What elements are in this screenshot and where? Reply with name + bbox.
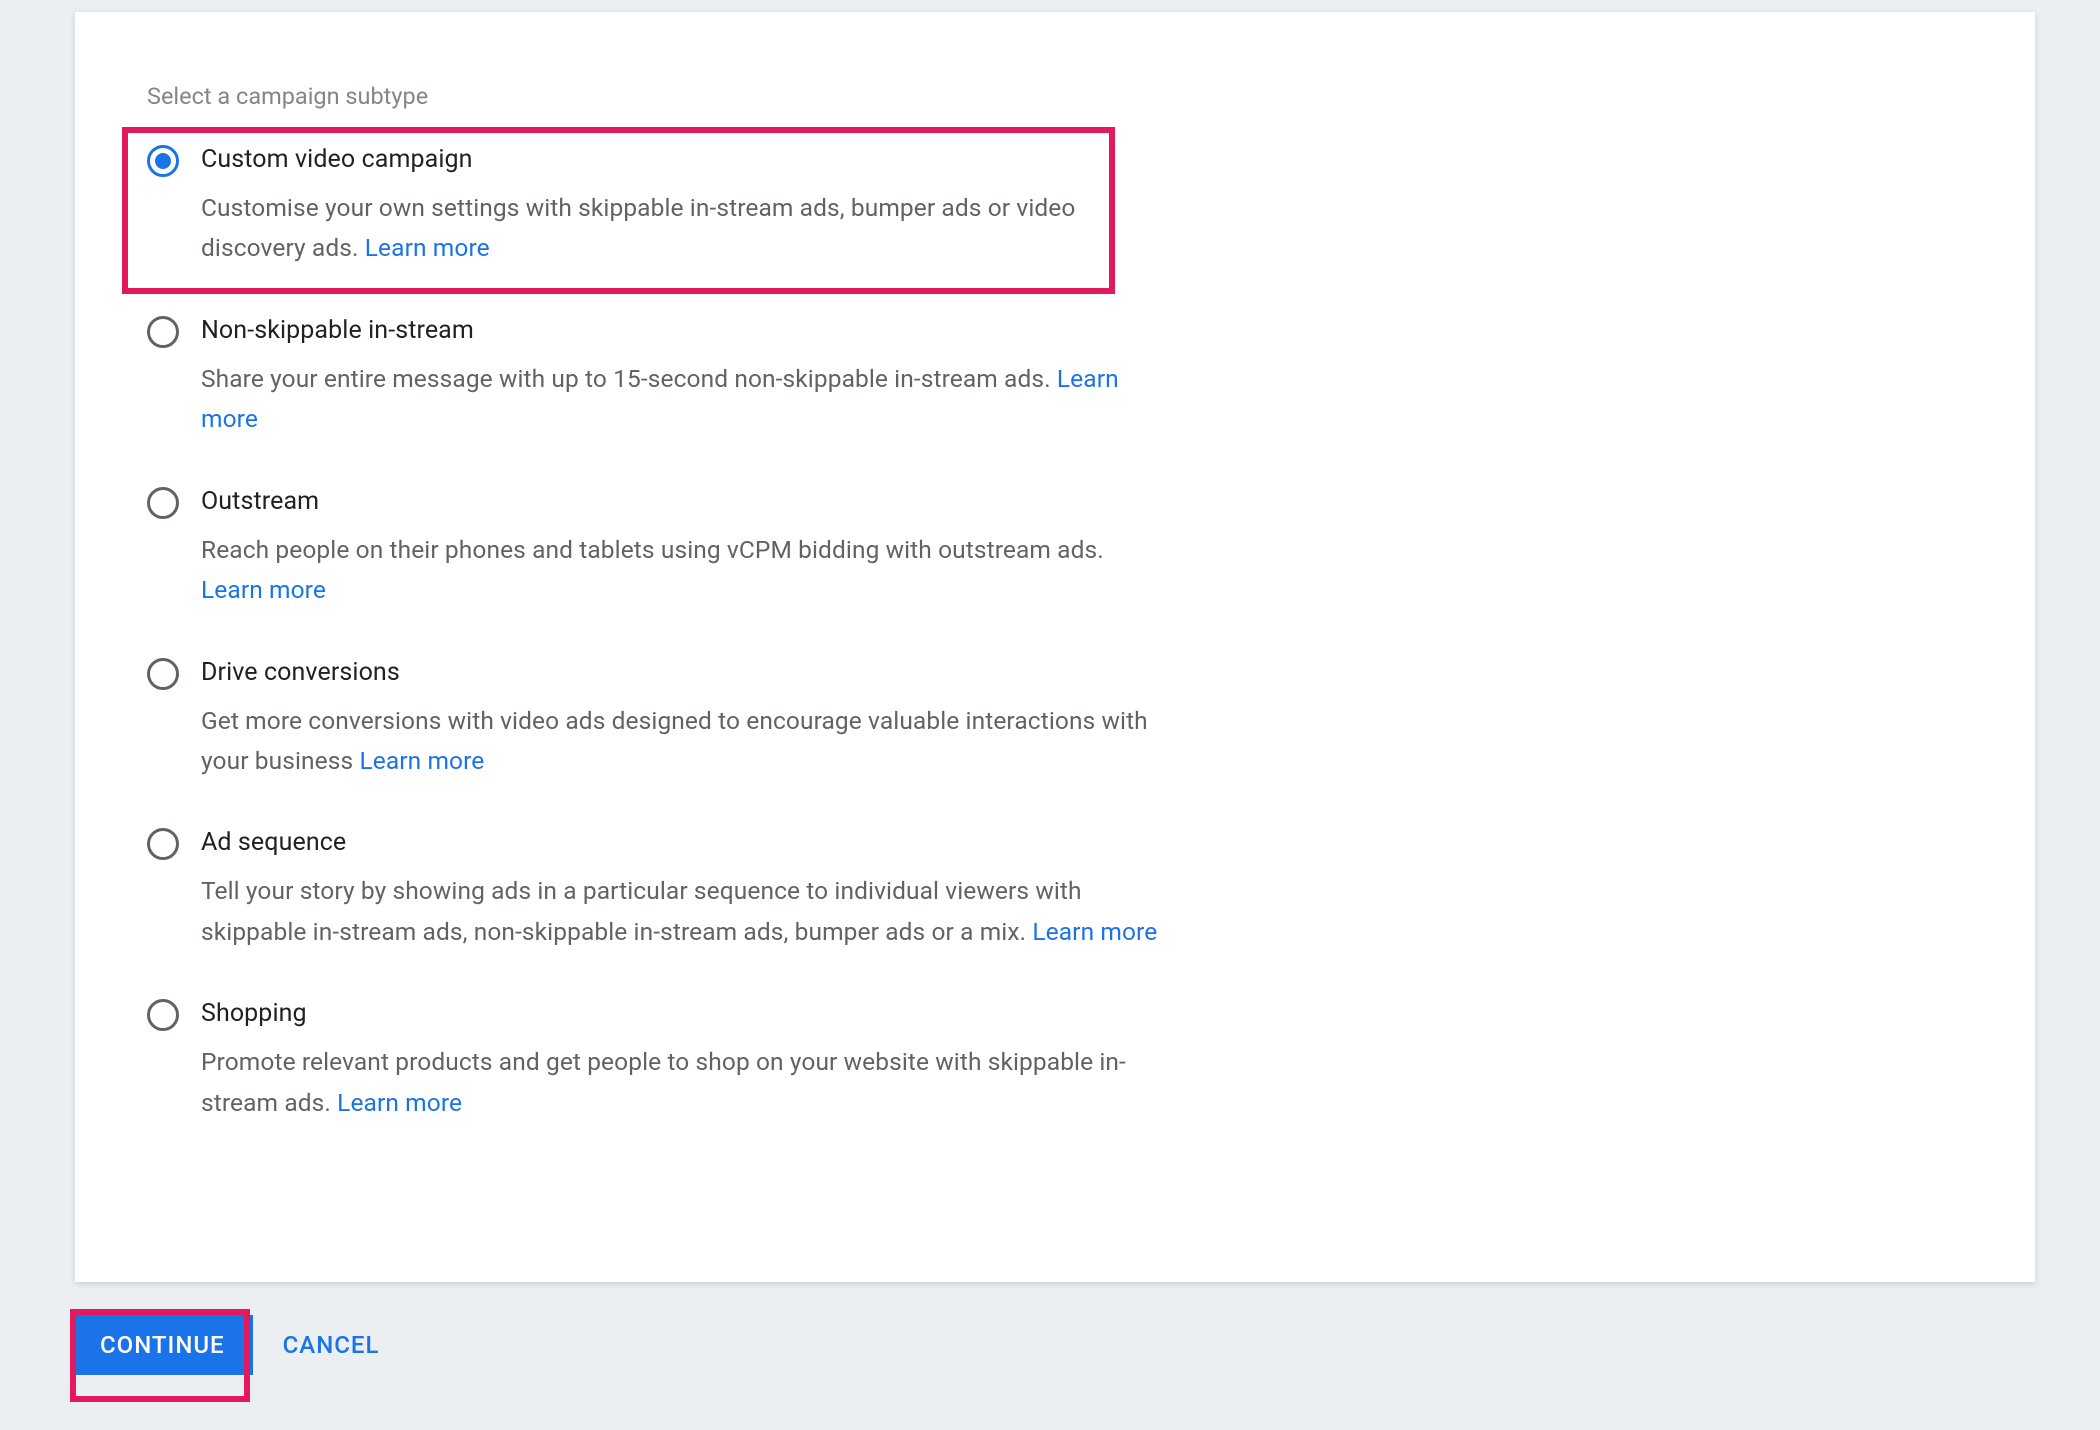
campaign-subtype-card: Select a campaign subtype Custom video c… bbox=[75, 12, 2035, 1282]
learn-more-link[interactable]: Learn more bbox=[365, 233, 490, 262]
option-text: Ad sequence Tell your story by showing a… bbox=[201, 823, 1167, 952]
learn-more-link[interactable]: Learn more bbox=[1032, 917, 1157, 946]
option-description: Get more conversions with video ads desi… bbox=[201, 701, 1167, 782]
option-title: Non-skippable in-stream bbox=[201, 316, 1167, 345]
radio-shopping[interactable] bbox=[147, 999, 179, 1031]
cancel-button[interactable]: CANCEL bbox=[283, 1331, 380, 1359]
option-desc-text: Tell your story by showing ads in a part… bbox=[201, 876, 1082, 945]
option-title: Shopping bbox=[201, 999, 1167, 1028]
option-title: Outstream bbox=[201, 487, 1167, 516]
section-title: Select a campaign subtype bbox=[147, 82, 1963, 110]
radio-drive-conversions[interactable] bbox=[147, 658, 179, 690]
option-text: Custom video campaign Customise your own… bbox=[201, 140, 1167, 269]
radio-inner-icon bbox=[155, 153, 171, 169]
option-text: Shopping Promote relevant products and g… bbox=[201, 994, 1167, 1123]
subtype-option-drive-conversions[interactable]: Drive conversions Get more conversions w… bbox=[147, 653, 1167, 782]
radio-custom-video[interactable] bbox=[147, 145, 179, 177]
radio-ad-sequence[interactable] bbox=[147, 828, 179, 860]
option-text: Outstream Reach people on their phones a… bbox=[201, 482, 1167, 611]
learn-more-link[interactable]: Learn more bbox=[201, 575, 326, 604]
subtype-option-shopping[interactable]: Shopping Promote relevant products and g… bbox=[147, 994, 1167, 1123]
continue-button[interactable]: CONTINUE bbox=[72, 1315, 253, 1375]
subtype-option-outstream[interactable]: Outstream Reach people on their phones a… bbox=[147, 482, 1167, 611]
button-row: CONTINUE CANCEL bbox=[72, 1315, 379, 1375]
option-title: Drive conversions bbox=[201, 658, 1167, 687]
learn-more-link[interactable]: Learn more bbox=[337, 1088, 462, 1117]
option-desc-text: Reach people on their phones and tablets… bbox=[201, 535, 1104, 564]
option-description: Tell your story by showing ads in a part… bbox=[201, 871, 1167, 952]
option-text: Non-skippable in-stream Share your entir… bbox=[201, 311, 1167, 440]
option-description: Share your entire message with up to 15-… bbox=[201, 359, 1167, 440]
option-description: Customise your own settings with skippab… bbox=[201, 188, 1167, 269]
option-title: Ad sequence bbox=[201, 828, 1167, 857]
radio-outstream[interactable] bbox=[147, 487, 179, 519]
learn-more-link[interactable]: Learn more bbox=[359, 746, 484, 775]
option-text: Drive conversions Get more conversions w… bbox=[201, 653, 1167, 782]
subtype-option-non-skippable[interactable]: Non-skippable in-stream Share your entir… bbox=[147, 311, 1167, 440]
radio-non-skippable[interactable] bbox=[147, 316, 179, 348]
subtype-option-custom-video[interactable]: Custom video campaign Customise your own… bbox=[147, 140, 1167, 269]
option-title: Custom video campaign bbox=[201, 145, 1167, 174]
option-desc-text: Share your entire message with up to 15-… bbox=[201, 364, 1057, 393]
subtype-option-ad-sequence[interactable]: Ad sequence Tell your story by showing a… bbox=[147, 823, 1167, 952]
option-description: Reach people on their phones and tablets… bbox=[201, 530, 1167, 611]
option-description: Promote relevant products and get people… bbox=[201, 1042, 1167, 1123]
option-desc-text: Customise your own settings with skippab… bbox=[201, 193, 1075, 262]
option-desc-text: Get more conversions with video ads desi… bbox=[201, 706, 1148, 775]
